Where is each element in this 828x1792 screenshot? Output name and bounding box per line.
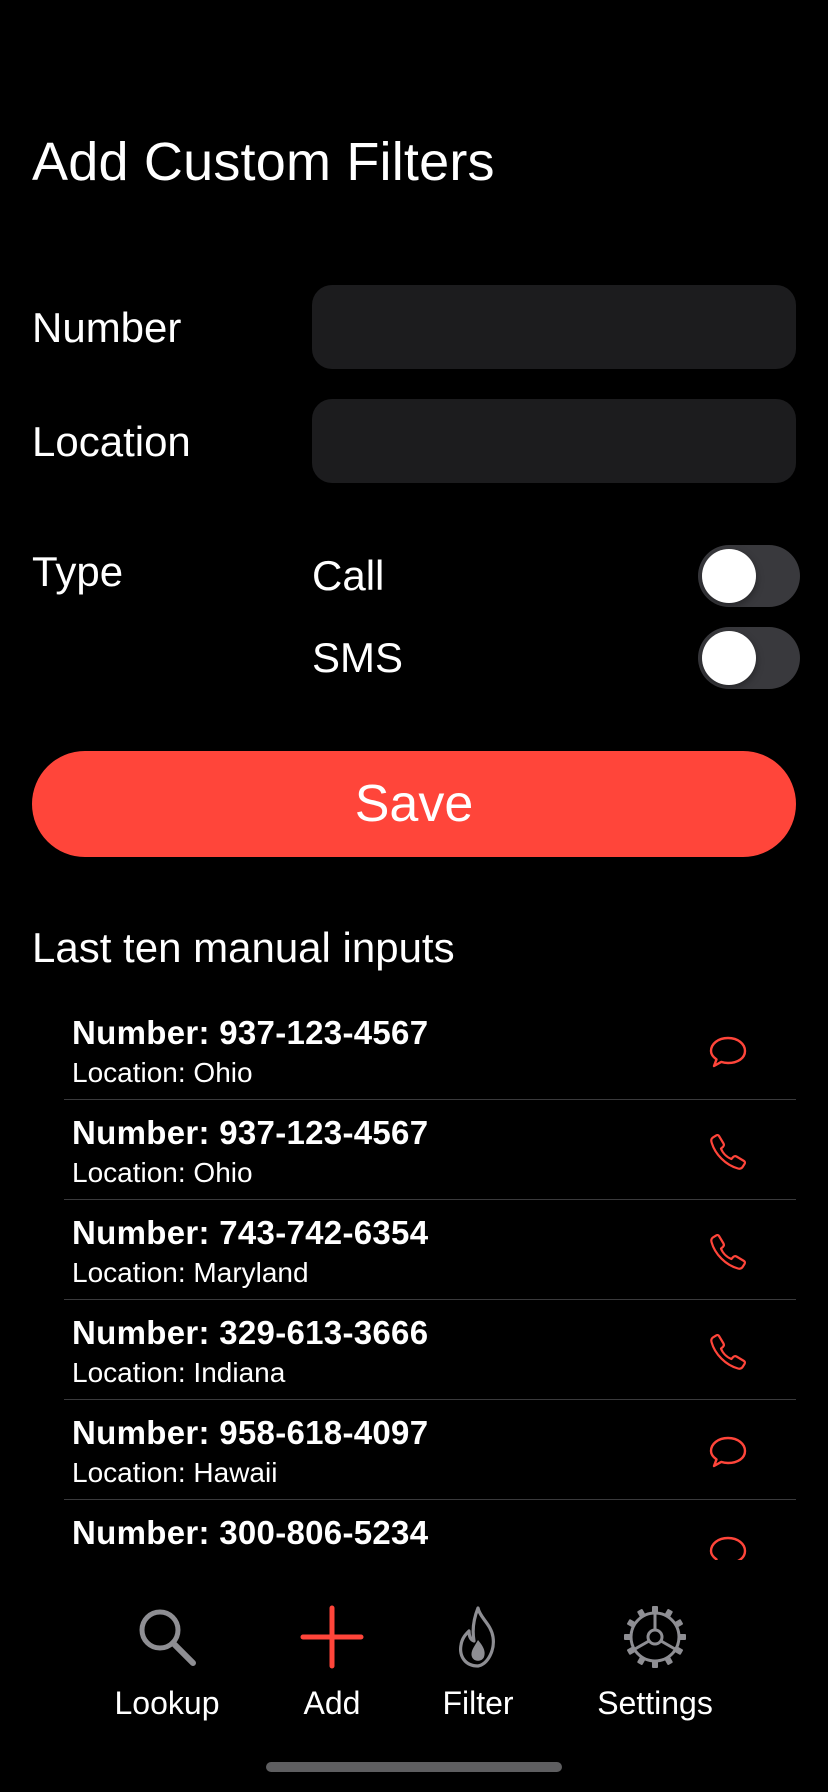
tab-bar: Lookup Add Filter Settings bbox=[0, 1584, 828, 1792]
sms-toggle[interactable] bbox=[698, 627, 800, 689]
tab-label: Filter bbox=[442, 1685, 514, 1721]
search-icon bbox=[139, 1609, 196, 1666]
message-icon bbox=[709, 1536, 747, 1560]
number-label: Number bbox=[32, 304, 182, 351]
phone-icon bbox=[710, 1133, 747, 1170]
list-item-location: Location: Ohio bbox=[72, 1057, 253, 1088]
list-item-location: Location: Maryland bbox=[72, 1257, 309, 1288]
tab-filter[interactable]: Filter bbox=[393, 1584, 563, 1734]
location-field[interactable] bbox=[312, 399, 796, 483]
list-item[interactable]: Number: 937-123-4567 Location: Ohio bbox=[64, 1100, 796, 1200]
gear-icon bbox=[624, 1606, 686, 1668]
list-item[interactable]: Number: 300-806-5234 bbox=[64, 1500, 796, 1560]
recent-inputs-list[interactable]: Number: 937-123-4567 Location: Ohio Numb… bbox=[64, 1000, 796, 1560]
tab-add[interactable]: Add bbox=[247, 1584, 417, 1734]
list-item-number: Number: 329-613-3666 bbox=[72, 1314, 429, 1351]
list-item-number: Number: 937-123-4567 bbox=[72, 1014, 429, 1051]
location-label: Location bbox=[32, 418, 191, 465]
recent-inputs-title: Last ten manual inputs bbox=[32, 924, 455, 971]
tab-settings[interactable]: Settings bbox=[570, 1584, 740, 1734]
list-item-location: Location: Indiana bbox=[72, 1357, 286, 1388]
call-option-label: Call bbox=[312, 552, 385, 599]
tab-label: Lookup bbox=[114, 1685, 220, 1721]
plus-icon bbox=[300, 1605, 364, 1669]
list-item-number: Number: 958-618-4097 bbox=[72, 1414, 429, 1451]
list-item[interactable]: Number: 329-613-3666 Location: Indiana bbox=[64, 1300, 796, 1400]
tab-label: Add bbox=[303, 1685, 361, 1721]
phone-icon bbox=[710, 1333, 747, 1370]
home-indicator[interactable] bbox=[266, 1762, 562, 1772]
list-item[interactable]: Number: 958-618-4097 Location: Hawaii bbox=[64, 1400, 796, 1500]
list-item-number: Number: 937-123-4567 bbox=[72, 1114, 429, 1151]
page-title: Add Custom Filters bbox=[32, 132, 495, 192]
flame-icon bbox=[459, 1606, 495, 1668]
list-item-location: Location: Ohio bbox=[72, 1157, 253, 1188]
sms-toggle-knob bbox=[702, 631, 756, 685]
list-item-number: Number: 300-806-5234 bbox=[72, 1514, 429, 1551]
sms-option-label: SMS bbox=[312, 634, 404, 681]
list-item-number: Number: 743-742-6354 bbox=[72, 1214, 429, 1251]
message-icon bbox=[709, 1036, 747, 1068]
list-item[interactable]: Number: 743-742-6354 Location: Maryland bbox=[64, 1200, 796, 1300]
list-item[interactable]: Number: 937-123-4567 Location: Ohio bbox=[64, 1000, 796, 1100]
save-button[interactable]: Save bbox=[32, 751, 796, 857]
phone-icon bbox=[710, 1233, 747, 1270]
number-field[interactable] bbox=[312, 285, 796, 369]
list-item-location: Location: Hawaii bbox=[72, 1457, 278, 1488]
message-icon bbox=[709, 1436, 747, 1468]
tab-label: Settings bbox=[597, 1685, 713, 1721]
call-toggle-knob bbox=[702, 549, 756, 603]
type-label: Type bbox=[32, 548, 124, 595]
call-toggle[interactable] bbox=[698, 545, 800, 607]
tab-lookup[interactable]: Lookup bbox=[82, 1584, 252, 1734]
